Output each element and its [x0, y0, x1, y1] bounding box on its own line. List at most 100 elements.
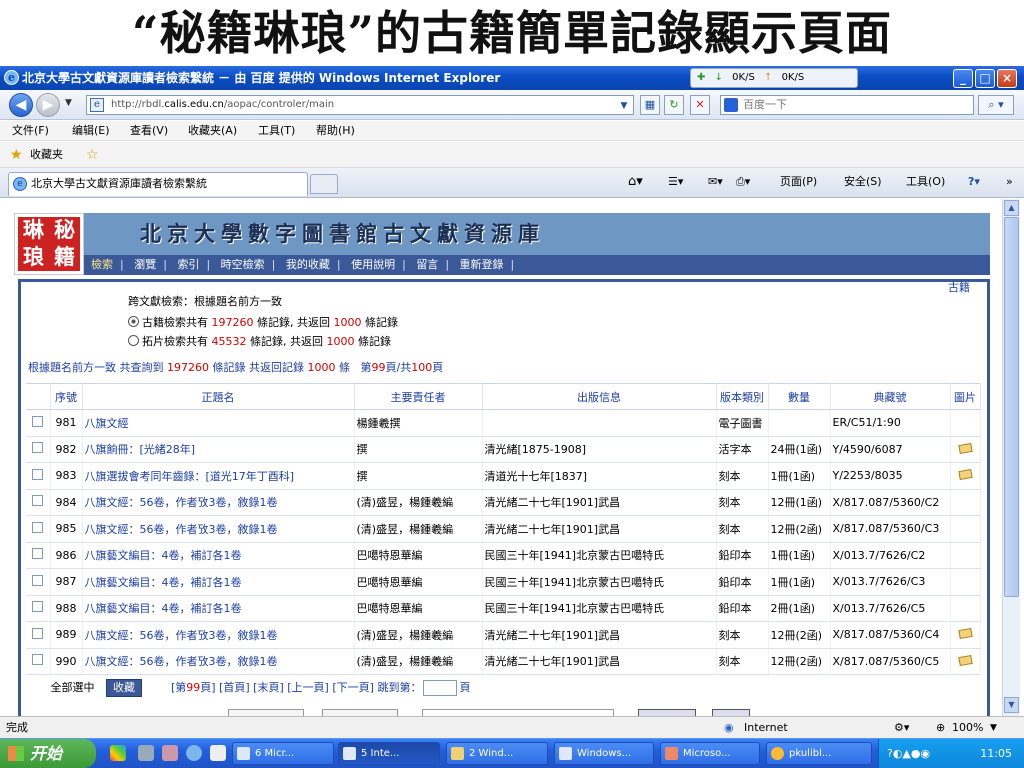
row-checkbox[interactable]: [32, 627, 44, 639]
header-quantity[interactable]: 數量: [768, 383, 831, 410]
search-button[interactable]: ⌕ ▾: [978, 95, 1014, 115]
taskbar-item-active[interactable]: 5 Inte...: [338, 742, 440, 765]
page-menu[interactable]: 页面(P): [780, 172, 817, 192]
menu-file[interactable]: 文件(F): [12, 121, 49, 141]
header-edition-type[interactable]: 版本類別: [716, 383, 769, 410]
header-call-number[interactable]: 典藏號: [830, 383, 951, 410]
nav-index[interactable]: 索引: [177, 258, 199, 271]
add-favorite-icon[interactable]: ☆: [86, 142, 99, 168]
row-title-link[interactable]: 八旗文經：56卷，作者攷3卷，敘錄1卷: [82, 648, 355, 675]
quicklaunch-ie-icon[interactable]: [186, 745, 202, 761]
bottom-search-button[interactable]: [638, 709, 696, 716]
row-title-link[interactable]: 八旗文經：56卷，作者攷3卷，敘錄1卷: [82, 515, 355, 543]
menu-favorites[interactable]: 收藏夹(A): [188, 121, 237, 141]
row-title-link[interactable]: 八旗藝文編目：4卷，補訂各1卷: [82, 542, 355, 569]
taskbar-item[interactable]: pkulibl...: [766, 742, 872, 765]
refresh-icon[interactable]: ↻: [664, 95, 684, 115]
taskbar-item[interactable]: 2 Wind...: [446, 742, 548, 765]
tray-icons[interactable]: ?◐▲●◉: [887, 739, 930, 768]
header-publication[interactable]: 出版信息: [482, 383, 717, 410]
bottom-select-1[interactable]: [228, 709, 304, 716]
tools-menu[interactable]: 工具(O): [906, 172, 945, 192]
menu-help[interactable]: 帮助(H): [316, 121, 355, 141]
menu-tools[interactable]: 工具(T): [258, 121, 295, 141]
row-checkbox[interactable]: [32, 521, 44, 533]
stop-icon[interactable]: ✕: [690, 95, 710, 115]
nav-help[interactable]: 使用說明: [351, 258, 395, 271]
image-thumbnail-icon[interactable]: [957, 442, 973, 454]
favorites-star-icon[interactable]: ★: [10, 142, 23, 168]
quicklaunch-app-icon[interactable]: [162, 745, 178, 761]
zoom-level[interactable]: 100%: [952, 717, 983, 739]
safety-menu[interactable]: 安全(S): [844, 172, 882, 192]
pager-next-link[interactable]: [下一頁]: [332, 681, 374, 694]
page-jump-input[interactable]: [423, 680, 458, 696]
row-title-link[interactable]: 八旗餉冊：[光緒28年]: [82, 436, 355, 463]
address-bar[interactable]: http://rbdl.calis.edu.cn/aopac/controler…: [86, 95, 634, 115]
nav-relogin[interactable]: 重新登錄: [460, 258, 504, 271]
toolbar-overflow-icon[interactable]: »: [1006, 172, 1013, 192]
taskbar-item[interactable]: 6 Micr...: [232, 742, 334, 765]
address-dropdown-icon[interactable]: ▼: [616, 97, 632, 113]
image-thumbnail-icon[interactable]: [957, 469, 973, 481]
quicklaunch-app-icon[interactable]: [138, 745, 154, 761]
add-to-collection-button[interactable]: 收藏: [106, 679, 142, 697]
back-button[interactable]: ◀: [9, 93, 33, 117]
nav-browse[interactable]: 瀏覽: [134, 258, 156, 271]
nav-spatiotemporal-search[interactable]: 時空檢索: [221, 258, 265, 271]
new-tab-button[interactable]: [310, 174, 338, 194]
close-button[interactable]: ×: [997, 69, 1017, 88]
row-checkbox[interactable]: [32, 468, 44, 480]
protected-mode-icon[interactable]: ⚙▾: [894, 717, 909, 739]
home-icon[interactable]: ⌂▾: [628, 172, 643, 192]
image-thumbnail-icon[interactable]: [957, 654, 973, 666]
row-checkbox[interactable]: [32, 601, 44, 613]
help-icon[interactable]: ?▾: [968, 172, 980, 192]
row-checkbox[interactable]: [32, 442, 44, 454]
select-all-label[interactable]: 全部選中: [51, 681, 95, 694]
header-image[interactable]: 圖片: [950, 383, 981, 410]
recent-pages-chevron-icon[interactable]: ▼: [65, 98, 72, 108]
minimize-button[interactable]: _: [953, 69, 973, 88]
pager-last-link[interactable]: [末頁]: [253, 681, 284, 694]
nav-search[interactable]: 檢索: [91, 258, 113, 271]
header-no[interactable]: 序號: [50, 383, 83, 410]
vertical-scrollbar[interactable]: ▲ ▼: [1002, 199, 1020, 716]
row-checkbox[interactable]: [32, 495, 44, 507]
row-title-link[interactable]: 八旗藝文編目：4卷，補訂各1卷: [82, 595, 355, 622]
header-author[interactable]: 主要責任者: [354, 383, 483, 410]
tab-current[interactable]: e 北京大學古文獻資源庫讀者檢索繫統: [8, 172, 308, 196]
menu-view[interactable]: 查看(V): [130, 121, 168, 141]
favorites-label[interactable]: 收藏夹: [30, 142, 63, 168]
bottom-query-input[interactable]: [422, 709, 614, 716]
forward-button[interactable]: ▶: [36, 93, 60, 117]
scroll-thumb[interactable]: [1004, 217, 1019, 597]
scroll-down-icon[interactable]: ▼: [1004, 697, 1019, 713]
row-checkbox[interactable]: [32, 548, 44, 560]
menu-edit[interactable]: 编辑(E): [72, 121, 110, 141]
image-thumbnail-icon[interactable]: [957, 628, 973, 640]
bottom-reset-button[interactable]: [712, 709, 750, 716]
rubbing-radio[interactable]: [128, 335, 139, 346]
scroll-up-icon[interactable]: ▲: [1004, 200, 1019, 216]
start-button[interactable]: 开始: [0, 739, 96, 768]
nav-my-collection[interactable]: 我的收藏: [286, 258, 330, 271]
pager-first-link[interactable]: [首頁]: [219, 681, 250, 694]
compatibility-view-icon[interactable]: ▦: [640, 95, 660, 115]
row-title-link[interactable]: 八旗藝文編目：4卷，補訂各1卷: [82, 568, 355, 596]
taskbar-item[interactable]: Microso...: [660, 742, 760, 765]
row-checkbox[interactable]: [32, 574, 44, 586]
row-title-link[interactable]: 八旗文經：56卷，作者攷3卷，敘錄1卷: [82, 621, 355, 649]
nav-message[interactable]: 留言: [416, 258, 438, 271]
maximize-button[interactable]: □: [975, 69, 995, 88]
mail-icon[interactable]: ✉▾: [708, 172, 723, 192]
row-title-link[interactable]: 八旗選拔會考同年齒錄：[道光17年丁酉科]: [82, 462, 355, 490]
search-input[interactable]: 百度一下: [720, 95, 974, 115]
row-title-link[interactable]: 八旗文經: [82, 409, 355, 437]
taskbar-item[interactable]: Windows...: [554, 742, 654, 765]
row-checkbox[interactable]: [32, 415, 44, 427]
feeds-icon[interactable]: ☰▾: [668, 172, 683, 192]
ancient-radio[interactable]: [128, 316, 139, 327]
show-desktop-icon[interactable]: [110, 745, 126, 761]
quicklaunch-app-icon[interactable]: [210, 745, 226, 761]
